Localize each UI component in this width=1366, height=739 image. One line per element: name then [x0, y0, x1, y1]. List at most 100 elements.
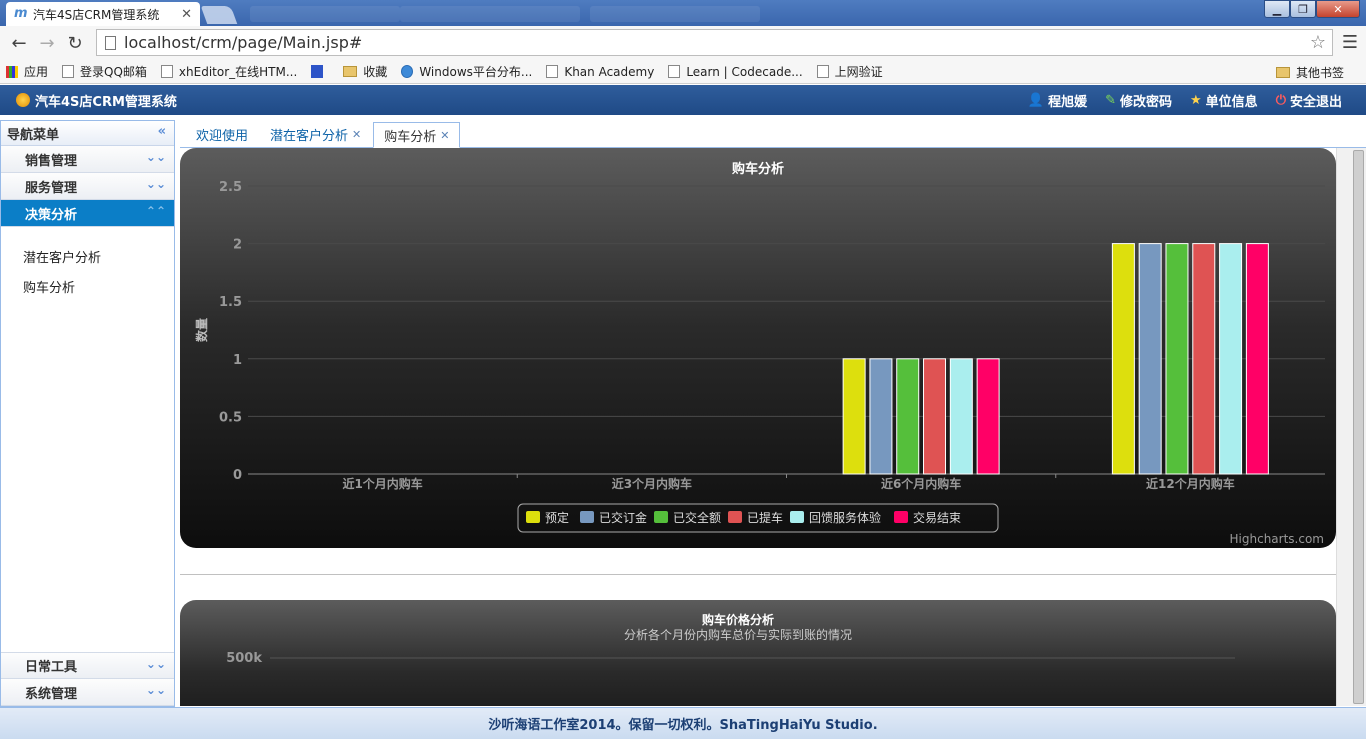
- x-tick-label: 近12个月内购车: [1146, 476, 1235, 491]
- page-icon: [105, 35, 116, 50]
- x-tick-label: 近1个月内购车: [342, 476, 422, 491]
- tab-purchase-analysis[interactable]: 购车分析 ✕: [373, 122, 461, 148]
- star-icon: ★: [1190, 92, 1202, 108]
- browser-toolbar: ← → ↻ localhost/crm/page/Main.jsp# ☆ ☰: [0, 26, 1366, 60]
- page-icon: [668, 65, 681, 78]
- user-link[interactable]: 👤 程旭媛: [1028, 91, 1087, 110]
- page-icon: [160, 65, 173, 78]
- bookmarks-bar: 应用 登录QQ邮箱 xhEditor_在线HTM... 收藏 Windows平台…: [0, 60, 1366, 84]
- app-logo-icon: [16, 93, 30, 107]
- content-scrollbar[interactable]: [1336, 148, 1366, 706]
- sidebar-group-service[interactable]: 服务管理 ⌄⌄: [1, 173, 174, 200]
- bar: [923, 358, 947, 475]
- legend-item: 已交订金: [599, 510, 647, 525]
- close-tab-icon[interactable]: ✕: [352, 128, 361, 141]
- legend-item: 预定: [545, 510, 569, 525]
- page-icon: [62, 65, 75, 78]
- background-tab: [250, 6, 400, 22]
- purchase-analysis-chart: 购车分析 数量 0 0.5 1 1.5 2 2.5 近1个月内购车 近3个月内购车 近6个月内购车 近…: [180, 148, 1336, 548]
- y-tick-label: 1: [233, 353, 242, 368]
- chevron-down-icon: ⌄⌄: [145, 150, 166, 164]
- tab-potential-customer[interactable]: 潜在客户分析 ✕: [260, 121, 371, 147]
- bookmark-apps[interactable]: 应用: [6, 63, 48, 80]
- sidebar-group-decision[interactable]: 决策分析 ⌃⌃: [1, 200, 174, 227]
- y-tick-label: 2: [233, 238, 242, 253]
- sidebar: 导航菜单 « 销售管理 ⌄⌄ 服务管理 ⌄⌄ 决策分析 ⌃⌃ 潜在客户分析 购车分析 …: [0, 120, 175, 707]
- reload-icon[interactable]: ↻: [62, 30, 88, 56]
- browser-tab[interactable]: m 汽车4S店CRM管理系统 ✕: [6, 2, 200, 26]
- y-tick-label: 0.5: [219, 410, 242, 425]
- minimize-icon[interactable]: ▁: [1264, 0, 1290, 18]
- power-icon: ⏻: [1275, 92, 1286, 108]
- url-text: localhost/crm/page/Main.jsp#: [124, 33, 363, 52]
- user-icon: 👤: [1027, 92, 1045, 108]
- address-bar[interactable]: localhost/crm/page/Main.jsp# ☆: [96, 29, 1333, 56]
- y-tick-label: 1.5: [219, 295, 242, 310]
- close-tab-icon[interactable]: ✕: [181, 7, 192, 22]
- unit-info-link[interactable]: ★ 单位信息: [1190, 91, 1258, 110]
- folder-icon: [343, 66, 358, 77]
- favicon-icon: m: [14, 6, 28, 21]
- legend-swatch: [790, 511, 804, 523]
- bar: [1111, 243, 1135, 475]
- x-tick-label: 近6个月内购车: [881, 476, 961, 491]
- chart-credits: Highcharts.com: [1230, 532, 1324, 546]
- apps-icon: [6, 65, 18, 78]
- bookmark-star-icon[interactable]: ☆: [1310, 32, 1326, 53]
- legend-item: 已提车: [747, 510, 783, 525]
- close-window-icon[interactable]: ✕: [1316, 0, 1360, 18]
- sidebar-group-system[interactable]: 系统管理 ⌄⌄: [1, 679, 174, 706]
- folder-icon: [1275, 67, 1290, 78]
- back-icon[interactable]: ←: [6, 30, 32, 56]
- collapse-sidebar-icon[interactable]: «: [158, 124, 166, 139]
- app-header: 汽车4S店CRM管理系统 👤 程旭媛 ✎ 修改密码 ★ 单位信息 ⏻ 安全退出: [0, 85, 1366, 115]
- bookmark-item[interactable]: Khan Academy: [546, 65, 654, 79]
- sidebar-bottom-groups: 日常工具 ⌄⌄ 系统管理 ⌄⌄: [1, 652, 174, 706]
- legend-swatch: [894, 511, 908, 523]
- chevron-down-icon: ⌄⌄: [145, 177, 166, 191]
- bookmark-item[interactable]: xhEditor_在线HTM...: [160, 63, 297, 80]
- main-tabs: 欢迎使用 潜在客户分析 ✕ 购车分析 ✕: [180, 120, 1366, 148]
- bookmark-folder[interactable]: 收藏: [343, 63, 387, 80]
- bar: [976, 358, 1000, 475]
- browser-tab-title: 汽车4S店CRM管理系统: [33, 7, 160, 22]
- chart-subtitle: 分析各个月份内购车总价与实际到账的情况: [624, 627, 852, 642]
- bookmark-item[interactable]: [311, 65, 329, 78]
- x-tick-label: 近3个月内购车: [612, 476, 692, 491]
- window-controls: ▁ ❐ ✕: [1264, 0, 1360, 18]
- purchase-price-chart: 购车价格分析 分析各个月份内购车总价与实际到账的情况 500k: [180, 600, 1336, 706]
- close-tab-icon[interactable]: ✕: [440, 129, 449, 142]
- chart-svg: 购车分析数量 0 0.5 1 1.5 2 2.5 近1个月内购车 近3个月内购车 近6个月内购车 近…: [194, 161, 1325, 546]
- scrollbar-thumb[interactable]: [1353, 150, 1364, 704]
- logout-link[interactable]: ⏻ 安全退出: [1276, 91, 1342, 110]
- page-icon: [816, 65, 829, 78]
- bookmark-item[interactable]: Learn | Codecade...: [668, 65, 803, 79]
- forward-icon[interactable]: →: [34, 30, 60, 56]
- globe-icon: [401, 65, 414, 78]
- bookmark-item[interactable]: 上网验证: [816, 63, 883, 80]
- legend-swatch: [654, 511, 668, 523]
- maximize-icon[interactable]: ❐: [1290, 0, 1316, 18]
- change-password-link[interactable]: ✎ 修改密码: [1105, 91, 1172, 110]
- sidebar-item-purchase-analysis[interactable]: 购车分析: [1, 271, 174, 301]
- bar: [896, 358, 920, 475]
- pencil-icon: ✎: [1105, 92, 1116, 108]
- new-tab-button[interactable]: [200, 6, 238, 24]
- other-bookmarks[interactable]: 其他书签: [1275, 64, 1344, 81]
- sidebar-subitems: 潜在客户分析 购车分析: [1, 227, 174, 301]
- background-tab: [400, 6, 580, 22]
- sidebar-group-sales[interactable]: 销售管理 ⌄⌄: [1, 146, 174, 173]
- bar: [949, 358, 973, 475]
- chart-svg: 购车价格分析分析各个月份内购车总价与实际到账的情况 500k: [226, 612, 1235, 666]
- bookmark-item[interactable]: Windows平台分布...: [401, 63, 532, 80]
- browser-menu-icon[interactable]: ☰: [1342, 32, 1358, 53]
- sidebar-item-potential-customer[interactable]: 潜在客户分析: [1, 241, 174, 271]
- tab-welcome[interactable]: 欢迎使用: [186, 121, 258, 147]
- legend-swatch: [526, 511, 540, 523]
- chevron-down-icon: ⌄⌄: [145, 657, 166, 671]
- bookmark-item[interactable]: 登录QQ邮箱: [62, 63, 147, 80]
- y-axis-label: 数量: [194, 318, 209, 342]
- sidebar-group-tools[interactable]: 日常工具 ⌄⌄: [1, 652, 174, 679]
- bar: [842, 358, 866, 475]
- legend-item: 已交全额: [673, 510, 721, 525]
